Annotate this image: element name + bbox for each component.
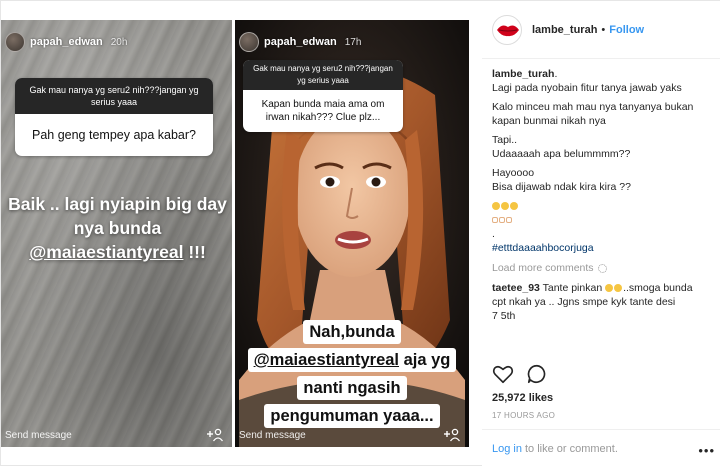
post-header: lambe_turah • Follow: [482, 1, 720, 59]
question-prompt: Gak mau nanya yg seru2 nih???jangan yg s…: [15, 78, 213, 114]
story-caption: Nah,bunda @maiaestiantyreal aja yg nanti…: [241, 318, 463, 430]
avatar[interactable]: [5, 32, 25, 52]
caption-line: Bisa dijawab ndak kira kira ??: [492, 181, 631, 193]
account-name[interactable]: lambe_turah: [532, 24, 597, 36]
post-actions: [492, 363, 548, 385]
follow-button[interactable]: Follow: [609, 24, 644, 36]
caption-line: nanti ngasih: [297, 376, 407, 400]
mention-link[interactable]: @maiaestiantyreal: [254, 351, 399, 369]
hands-emoji-icon: [492, 213, 714, 227]
post-panel: lambe_turah • Follow lambe_turah. Lagi p…: [482, 1, 720, 466]
comment-text: ..smoga bunda: [623, 282, 693, 294]
likes-count[interactable]: 25,972 likes: [492, 392, 553, 404]
caption-user-suffix: .: [554, 68, 558, 80]
story-user-row: papah_edwan 20h: [5, 32, 127, 52]
comment-icon[interactable]: [526, 363, 548, 385]
heart-icon[interactable]: [492, 363, 514, 385]
avatar[interactable]: [239, 32, 259, 52]
load-more-comments-button[interactable]: Load more comments: [492, 261, 714, 275]
story-left: papah_edwan 20h Gak mau nanya yg seru2 n…: [1, 20, 232, 447]
caption-line: @maiaestiantyreal !!!: [5, 240, 230, 264]
question-box: Gak mau nanya yg seru2 nih???jangan yg s…: [243, 60, 403, 132]
caption-end: !!!: [188, 242, 206, 262]
caption-username[interactable]: lambe_turah: [492, 68, 554, 80]
load-more-label: Load more comments: [492, 262, 594, 274]
story-time: 17h: [344, 36, 362, 48]
comment-text: Tante pinkan: [542, 282, 603, 294]
caption-line: Tapi..: [492, 134, 518, 146]
question-box: Gak mau nanya yg seru2 nih???jangan yg s…: [15, 78, 213, 156]
question-answer: Pah geng tempey apa kabar?: [31, 128, 196, 142]
mention-link[interactable]: @maiaestiantyreal: [29, 242, 183, 262]
login-link[interactable]: Log in: [492, 443, 522, 455]
story-time: 20h: [110, 36, 128, 48]
login-suffix: to like or comment.: [524, 442, 618, 455]
post-timestamp: 17 HOURS AGO: [492, 411, 556, 420]
caption-line: Nah,bunda: [303, 320, 401, 344]
caption-line: Kalo minceu mah mau nya tanyanya bukan: [492, 101, 694, 113]
story-username[interactable]: papah_edwan: [264, 36, 337, 48]
caption-dot: .: [492, 228, 495, 240]
login-footer: Log in to like or comment. •••: [482, 429, 720, 466]
add-person-icon[interactable]: [443, 428, 461, 442]
send-message-row: Send message: [1, 423, 232, 447]
comment-text: cpt nkah ya .. Jgns smpe kyk tante desi: [492, 296, 676, 308]
send-message-input[interactable]: Send message: [239, 430, 306, 441]
caption-line: kapan bunmai nikah nya: [492, 115, 606, 127]
caption-line: nya bunda: [73, 218, 162, 238]
send-message-row: Send message: [235, 423, 469, 447]
caption-line: Udaaaaah apa belummmm??: [492, 148, 631, 160]
screenshot-root: papah_edwan 20h Gak mau nanya yg seru2 n…: [0, 0, 720, 466]
send-message-input[interactable]: Send message: [5, 430, 72, 441]
story-username[interactable]: papah_edwan: [30, 36, 103, 48]
more-options-icon[interactable]: •••: [698, 443, 715, 458]
add-person-icon[interactable]: [206, 428, 224, 442]
question-prompt: Gak mau nanya yg seru2 nih???jangan yg s…: [243, 60, 403, 90]
question-answer: Kapan bunda maia ama om irwan nikah??? C…: [261, 99, 385, 123]
story-caption: Baik .. lagi nyiapin big day nya bunda @…: [5, 192, 230, 264]
caption-line: Lagi pada nyobain fitur tanya jawab yaks: [492, 82, 682, 94]
caption-header: lambe_turah.: [492, 67, 714, 81]
loading-spinner-icon: [597, 263, 607, 273]
caption-line: Baik .. lagi nyiapin big day: [8, 194, 227, 214]
comments-section: lambe_turah. Lagi pada nyobain fitur tan…: [492, 67, 714, 337]
story-right: papah_edwan 17h Gak mau nanya yg seru2 n…: [235, 20, 469, 447]
comment-username[interactable]: taetee_93: [492, 282, 540, 294]
comment-text: 7 5th: [492, 310, 516, 322]
laughing-emoji-icon: [605, 282, 623, 294]
story-user-row: papah_edwan 17h: [239, 32, 361, 52]
laughing-emoji-icon: [492, 199, 714, 213]
hashtag-link[interactable]: #etttdaaaahbocorjuga: [492, 241, 714, 255]
caption-body: Lagi pada nyobain fitur tanya jawab yaks…: [492, 81, 714, 255]
comment-item: taetee_93 Tante pinkan ..smoga bunda cpt…: [492, 281, 714, 323]
caption-line: Hayoooo: [492, 167, 535, 179]
caption-line: @maiaestiantyreal aja yg: [247, 348, 457, 372]
caption-end: aja yg: [403, 351, 451, 369]
lips-logo-icon[interactable]: [492, 14, 522, 45]
separator-dot: •: [601, 23, 606, 36]
